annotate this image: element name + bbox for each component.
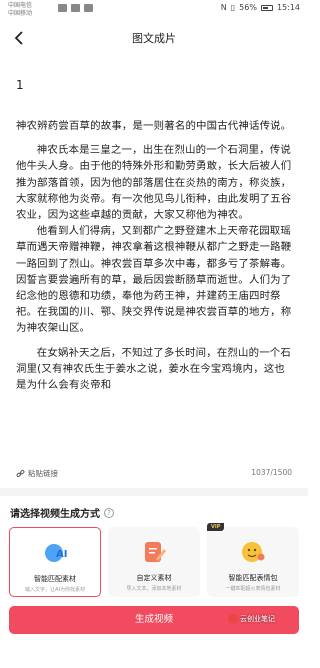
card-label: 自定义素材 [136, 574, 172, 582]
carrier-info: 中国电信 中国移动 [8, 2, 32, 18]
method-section-title: 请选择视频生成方式 ? [10, 505, 114, 520]
paragraph: 神农辨药尝百草的故事，是一则著名的中国古代神话传说。 [16, 120, 292, 132]
nfc-icon: N [220, 3, 227, 12]
system-nav-bar [0, 640, 308, 668]
vip-badge: VIP [207, 523, 225, 531]
editor-first-line[interactable]: 1 [16, 70, 292, 100]
edit-document-icon [145, 542, 166, 562]
paste-link-button[interactable]: 粘贴链接 [16, 468, 58, 479]
char-counter: 1037/1500 [251, 468, 292, 477]
status-right: N ▯ 56% 15:14 [221, 3, 300, 12]
link-icon [16, 470, 25, 477]
card-label: 智能匹配素材 [34, 575, 76, 583]
watermark-text: 云创业笔记 [240, 615, 275, 623]
status-icons [58, 4, 93, 12]
battery-icon [260, 4, 273, 11]
card-desc: 导入文本，添加本地素材 [126, 586, 182, 592]
paste-link-label: 粘贴链接 [28, 469, 58, 478]
card-desc: 一键匹配超火表情包素材 [225, 586, 281, 592]
emoji-match-card[interactable]: VIP 智能匹配表情包 一键匹配超火表情包素材 [207, 523, 299, 597]
smart-match-card[interactable]: AI 智能匹配素材 输入文字，让AI为你找素材 [9, 527, 101, 597]
watermark-logo-icon [228, 614, 238, 624]
editor-footer: 粘贴链接 1037/1500 [16, 466, 292, 482]
question-circle-icon[interactable]: ? [104, 507, 114, 518]
paragraph: 他看到人们得病，又到都广之野登建木上天帝花园取瑶草而遇天帝赠神鞭，神农拿着这根神… [16, 225, 292, 335]
vibrate-icon: ▯ [230, 3, 236, 12]
carrier-2: 中国移动 [8, 10, 33, 17]
emoji-face-icon [242, 542, 265, 562]
battery-percent: 56% [239, 3, 257, 12]
wifi-icon [71, 4, 80, 12]
svg-text:AI: AI [56, 549, 67, 560]
editor-content[interactable]: 神农辨药尝百草的故事，是一则著名的中国古代神话传说。 神农氏本是三皇之一，出生在… [16, 118, 292, 468]
clock: 15:14 [276, 3, 300, 12]
ai-head-icon: AI [45, 544, 67, 562]
app-icon [84, 4, 93, 12]
card-desc: 输入文字，让AI为你找素材 [25, 587, 85, 593]
method-title-text: 请选择视频生成方式 [10, 509, 100, 520]
paragraph: 在女娲补天之后，不知过了多长时间，在烈山的一个石洞里(又有神农氏生于姜水之说，姜… [16, 346, 291, 392]
custom-material-card[interactable]: 自定义素材 导入文本，添加本地素材 [108, 527, 200, 597]
section-divider [0, 488, 308, 496]
page-title: 图文成片 [132, 32, 176, 45]
carrier-1: 中国电信 [8, 2, 33, 9]
card-label: 智能匹配表情包 [228, 574, 278, 582]
method-options: AI 智能匹配素材 输入文字，让AI为你找素材 自定义素材 导入文本，添加本地素… [9, 523, 299, 599]
text-editor[interactable]: 1 神农辨药尝百草的故事，是一则著名的中国古代神话传说。 神农氏本是三皇之一，出… [16, 70, 292, 468]
header: 图文成片 [0, 20, 308, 56]
watermark: 云创业笔记 [228, 614, 275, 624]
paragraph: 神农氏本是三皇之一，出生在烈山的一个石洞里，传说他牛头人身。由于他的特殊外形和勤… [16, 144, 292, 222]
signal-icon [58, 4, 67, 12]
status-bar: 中国电信 中国移动 N ▯ 56% 15:14 [0, 0, 308, 20]
